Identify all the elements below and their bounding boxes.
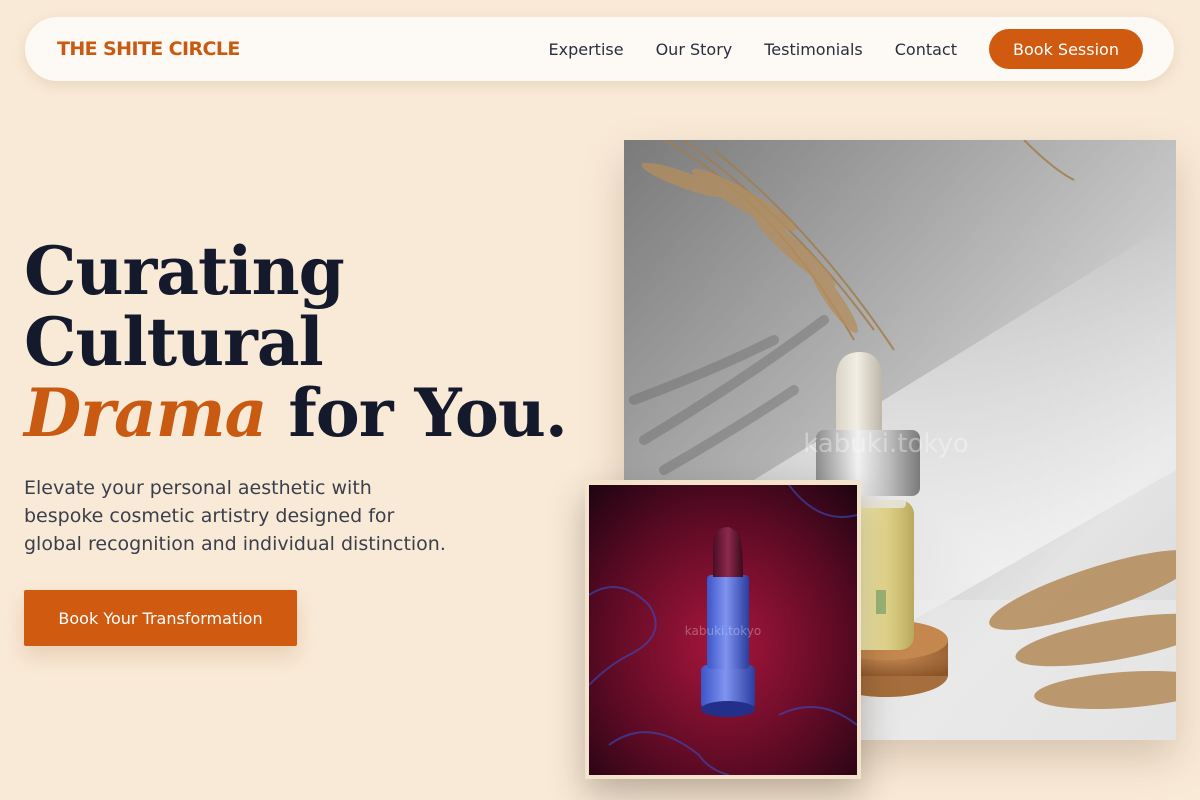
inset-photo-watermark: kabuki.tokyo: [685, 624, 761, 638]
headline-line-2: Cultural: [24, 303, 324, 381]
headline-line-3: for You.: [288, 374, 568, 452]
nav-links: Expertise Our Story Testimonials Contact…: [549, 29, 1143, 69]
landing-page: THE SHITE CIRCLE Expertise Our Story Tes…: [0, 0, 1200, 800]
nav-link-testimonials[interactable]: Testimonials: [764, 40, 863, 59]
book-session-button[interactable]: Book Session: [989, 29, 1143, 69]
headline-accent-word: Drama: [24, 374, 267, 452]
nav-link-expertise[interactable]: Expertise: [549, 40, 624, 59]
hero-description-line: global recognition and individual distin…: [24, 533, 446, 555]
lipstick-photo-frame: kabuki.tokyo: [585, 480, 861, 779]
hero-headline: Curating Cultural Drama for You.: [24, 236, 584, 449]
brand-logo[interactable]: THE SHITE CIRCLE: [57, 38, 240, 60]
headline-line-1: Curating: [24, 232, 345, 310]
hero-description: Elevate your personal aesthetic with bes…: [24, 474, 494, 558]
lipstick-illustration: kabuki.tokyo: [589, 485, 857, 775]
nav-link-contact[interactable]: Contact: [895, 40, 957, 59]
nav-link-our-story[interactable]: Our Story: [656, 40, 733, 59]
main-photo-watermark: kabuki.tokyo: [803, 429, 969, 459]
book-transformation-button[interactable]: Book Your Transformation: [24, 590, 297, 646]
lipstick-photo: kabuki.tokyo: [589, 485, 857, 775]
top-navbar: THE SHITE CIRCLE Expertise Our Story Tes…: [25, 17, 1174, 81]
hero-description-line: Elevate your personal aesthetic with: [24, 477, 372, 499]
hero-description-line: bespoke cosmetic artistry designed for: [24, 505, 395, 527]
